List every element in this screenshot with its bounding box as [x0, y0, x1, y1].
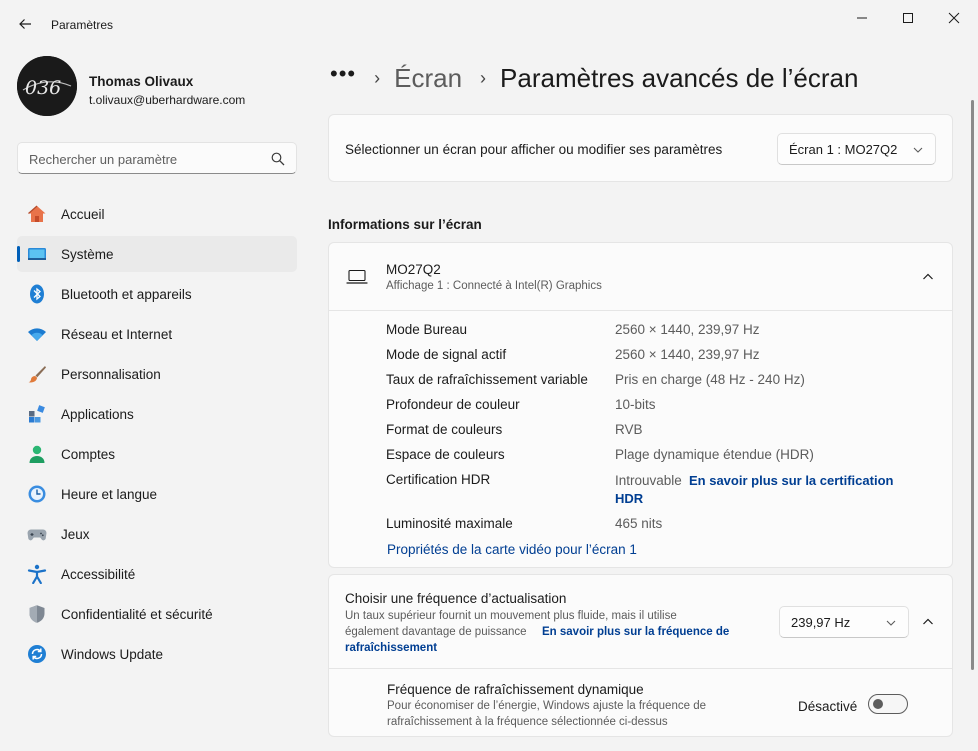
breadcrumb-parent[interactable]: Écran	[394, 63, 462, 94]
user-email: t.olivaux@uberhardware.com	[89, 93, 246, 107]
avatar-image: 036	[17, 56, 77, 116]
display-select-label: Sélectionner un écran pour afficher ou m…	[345, 142, 723, 157]
refresh-learn-more-link-cont[interactable]: rafraîchissement	[345, 642, 437, 654]
info-value: Plage dynamique étendue (HDR)	[615, 447, 814, 462]
info-label: Profondeur de couleur	[386, 397, 520, 412]
laptop-icon	[346, 269, 368, 284]
refresh-rate-desc: Un taux supérieur fournit un mouvement p…	[345, 610, 677, 622]
refresh-rate-card: Choisir une fréquence d’actualisation Un…	[328, 574, 953, 737]
maximize-icon	[903, 13, 913, 23]
info-value: Pris en charge (48 Hz - 240 Hz)	[615, 372, 805, 387]
sidebar-item-confidentialite[interactable]: Confidentialité et sécurité	[17, 596, 297, 632]
hdr-label: Certification HDR	[386, 472, 491, 487]
chevron-up-icon[interactable]	[922, 616, 934, 628]
apps-icon	[29, 405, 45, 423]
info-value: 2560 × 1440, 239,97 Hz	[615, 347, 760, 362]
search-input[interactable]: Rechercher un paramètre	[17, 142, 297, 174]
sidebar-item-applications[interactable]: Applications	[17, 396, 297, 432]
dynamic-refresh-state: Désactivé	[798, 699, 858, 714]
home-icon	[28, 205, 46, 222]
monitor-header[interactable]: MO27Q2 Affichage 1 : Connecté à Intel(R)…	[329, 243, 952, 311]
maximize-button[interactable]	[888, 6, 928, 30]
scrollbar[interactable]	[971, 100, 974, 670]
gamepad-icon	[27, 529, 47, 541]
sidebar-item-reseau[interactable]: Réseau et Internet	[17, 316, 297, 352]
sidebar-item-personnalisation[interactable]: Personnalisation	[17, 356, 297, 392]
bluetooth-icon	[30, 284, 44, 304]
info-label: Mode de signal actif	[386, 347, 507, 362]
page-title: Paramètres avancés de l’écran	[500, 62, 859, 93]
arrow-left-icon	[19, 19, 31, 29]
monitor-name: MO27Q2	[386, 262, 441, 277]
info-value: 2560 × 1440, 239,97 Hz	[615, 322, 760, 337]
minimize-icon	[857, 17, 867, 19]
chevron-down-icon	[886, 620, 896, 626]
avatar: 036	[17, 56, 77, 116]
dynamic-refresh-desc-cont: rafraîchissement à la fréquence sélectio…	[387, 716, 668, 728]
sidebar-nav: Accueil Système Bluetooth et appareils R…	[17, 196, 297, 676]
dynamic-refresh-toggle[interactable]	[868, 694, 908, 714]
sidebar-item-bluetooth[interactable]: Bluetooth et appareils	[17, 276, 297, 312]
info-value: 10-bits	[615, 397, 656, 412]
adapter-properties-link[interactable]: Propriétés de la carte vidéo pour l’écra…	[387, 542, 637, 557]
chevron-right-icon: ›	[374, 67, 381, 88]
close-icon	[948, 12, 960, 24]
sidebar-item-jeux[interactable]: Jeux	[17, 516, 297, 552]
wifi-icon	[28, 328, 46, 341]
breadcrumb: ••• › Écran › Paramètres avancés de l’éc…	[330, 58, 858, 98]
refresh-rate-desc-cont: également davantage de puissance	[345, 626, 527, 638]
refresh-learn-more-link[interactable]: En savoir plus sur la fréquence de	[542, 626, 729, 638]
sidebar-item-comptes[interactable]: Comptes	[17, 436, 297, 472]
shield-icon	[29, 605, 45, 623]
user-name: Thomas Olivaux	[89, 74, 194, 89]
sidebar-item-systeme[interactable]: Système	[17, 236, 297, 272]
minimize-button[interactable]	[842, 6, 882, 30]
close-button[interactable]	[934, 6, 974, 30]
dynamic-refresh-desc: Pour économiser de l’énergie, Windows aj…	[387, 700, 706, 712]
toggle-knob	[873, 699, 883, 709]
section-heading: Informations sur l’écran	[328, 217, 482, 232]
update-icon	[28, 645, 46, 663]
info-label: Espace de couleurs	[386, 447, 505, 462]
sidebar-item-heure[interactable]: Heure et langue	[17, 476, 297, 512]
accessibility-icon	[27, 564, 47, 584]
dynamic-refresh-title: Fréquence de rafraîchissement dynamique	[387, 682, 644, 697]
clock-globe-icon	[28, 485, 46, 503]
hdr-learn-more-link-cont[interactable]: HDR	[615, 491, 643, 506]
system-icon	[28, 248, 46, 260]
chevron-right-icon: ›	[480, 67, 487, 88]
luminance-value: 465 nits	[615, 516, 663, 531]
user-profile[interactable]: 036 Thomas Olivaux t.olivaux@uberhardwar…	[17, 56, 297, 120]
info-value: RVB	[615, 422, 643, 437]
luminance-label: Luminosité maximale	[386, 516, 513, 531]
display-select-card: Sélectionner un écran pour afficher ou m…	[328, 114, 953, 182]
chevron-up-icon[interactable]	[922, 271, 934, 283]
chevron-down-icon	[913, 147, 923, 153]
title-bar: Paramètres	[0, 0, 978, 48]
hdr-learn-more-link[interactable]: En savoir plus sur la certification	[689, 473, 893, 488]
app-title: Paramètres	[51, 18, 114, 32]
search-icon	[271, 152, 285, 166]
account-icon	[29, 445, 45, 463]
info-label: Format de couleurs	[386, 422, 503, 437]
hdr-value: Introuvable	[615, 473, 682, 488]
refresh-rate-header: Choisir une fréquence d’actualisation Un…	[329, 575, 952, 669]
sidebar-item-accessibilite[interactable]: Accessibilité	[17, 556, 297, 592]
info-label: Mode Bureau	[386, 322, 468, 337]
back-button[interactable]	[14, 13, 36, 35]
brush-icon	[28, 366, 46, 383]
breadcrumb-overflow-button[interactable]: •••	[330, 61, 356, 87]
avatar-text: 036	[25, 77, 61, 99]
info-label: Taux de rafraîchissement variable	[386, 372, 588, 387]
refresh-rate-title: Choisir une fréquence d’actualisation	[345, 591, 567, 606]
search-placeholder: Rechercher un paramètre	[29, 152, 178, 167]
refresh-rate-dropdown[interactable]: 239,97 Hz	[779, 606, 909, 638]
monitor-connection: Affichage 1 : Connecté à Intel(R) Graphi…	[386, 280, 602, 292]
sidebar-item-accueil[interactable]: Accueil	[17, 196, 297, 232]
sidebar-item-windows-update[interactable]: Windows Update	[17, 636, 297, 672]
display-dropdown[interactable]: Écran 1 : MO27Q2	[777, 133, 936, 165]
